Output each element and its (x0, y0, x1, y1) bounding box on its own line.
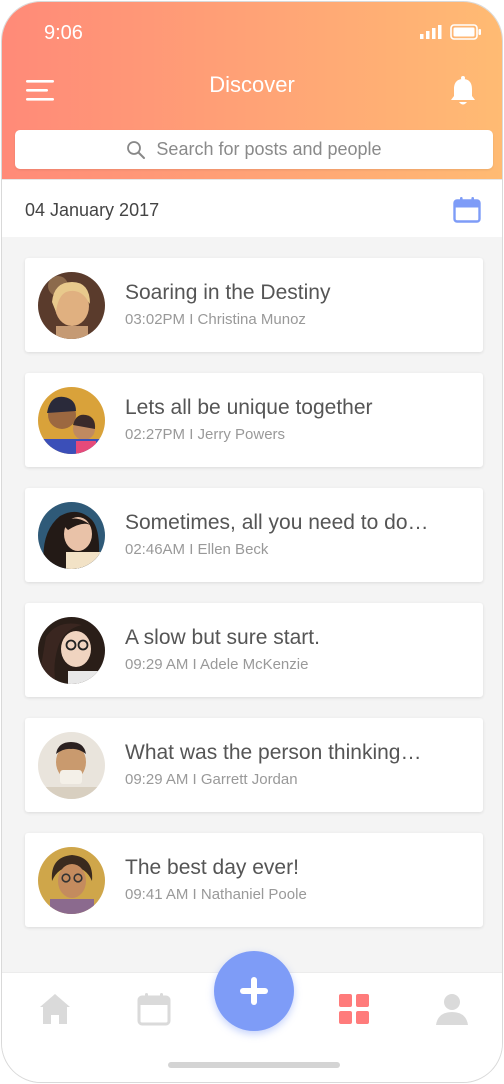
post-title: Soaring in the Destiny (125, 281, 331, 304)
post-meta: 09:41 AM I Nathaniel Poole (125, 886, 307, 903)
notifications-button[interactable] (450, 75, 476, 107)
search-icon (127, 140, 146, 159)
post-card[interactable]: Lets all be unique together 02:27PM I Je… (25, 373, 483, 467)
post-title: What was the person thinking… (125, 741, 422, 764)
tab-calendar[interactable] (136, 991, 172, 1027)
tab-home[interactable] (37, 991, 73, 1027)
status-icons (420, 24, 482, 40)
post-title: The best day ever! (125, 856, 299, 879)
date-bar: 04 January 2017 (2, 179, 502, 237)
tab-profile[interactable] (434, 991, 470, 1027)
avatar (38, 502, 105, 569)
post-meta: 09:29 AM I Adele McKenzie (125, 656, 309, 673)
calendar-icon (137, 993, 171, 1026)
post-meta: 02:27PM I Jerry Powers (125, 426, 286, 443)
search-input[interactable]: Search for posts and people (15, 130, 493, 169)
home-indicator (168, 1062, 340, 1068)
avatar (38, 387, 105, 454)
home-icon (40, 994, 70, 1024)
add-post-button[interactable] (214, 951, 294, 1031)
post-card[interactable]: What was the person thinking… 09:29 AM I… (25, 718, 483, 812)
post-card[interactable]: Sometimes, all you need to do… 02:46AM I… (25, 488, 483, 582)
user-icon (436, 994, 468, 1025)
header: 9:06 Discover Search for posts and peopl… (2, 2, 502, 179)
bell-icon (451, 76, 475, 105)
post-list: Soaring in the Destiny 03:02PM I Christi… (25, 258, 483, 948)
avatar (38, 732, 105, 799)
post-title: Lets all be unique together (125, 396, 373, 419)
post-card[interactable]: Soaring in the Destiny 03:02PM I Christi… (25, 258, 483, 352)
avatar (38, 617, 105, 684)
avatar (38, 272, 105, 339)
battery-icon (450, 24, 481, 40)
grid-icon (339, 994, 369, 1024)
post-title: A slow but sure start. (125, 626, 320, 649)
page-title: Discover (209, 72, 295, 97)
post-card[interactable]: The best day ever! 09:41 AM I Nathaniel … (25, 833, 483, 927)
avatar (38, 847, 105, 914)
current-date: 04 January 2017 (25, 200, 160, 220)
calendar-icon (453, 197, 481, 223)
status-time: 9:06 (44, 22, 83, 44)
date-picker-button[interactable] (453, 197, 481, 223)
plus-icon (240, 977, 268, 1005)
post-meta: 02:46AM I Ellen Beck (125, 541, 269, 558)
search-placeholder: Search for posts and people (156, 139, 382, 159)
post-card[interactable]: A slow but sure start. 09:29 AM I Adele … (25, 603, 483, 697)
post-title: Sometimes, all you need to do… (125, 511, 429, 534)
phone-frame: 9:06 Discover Search for posts and peopl… (1, 1, 503, 1083)
signal-icon (420, 25, 442, 39)
post-meta: 03:02PM I Christina Munoz (125, 311, 306, 328)
tab-grid[interactable] (336, 991, 372, 1027)
post-meta: 09:29 AM I Garrett Jordan (125, 771, 298, 788)
